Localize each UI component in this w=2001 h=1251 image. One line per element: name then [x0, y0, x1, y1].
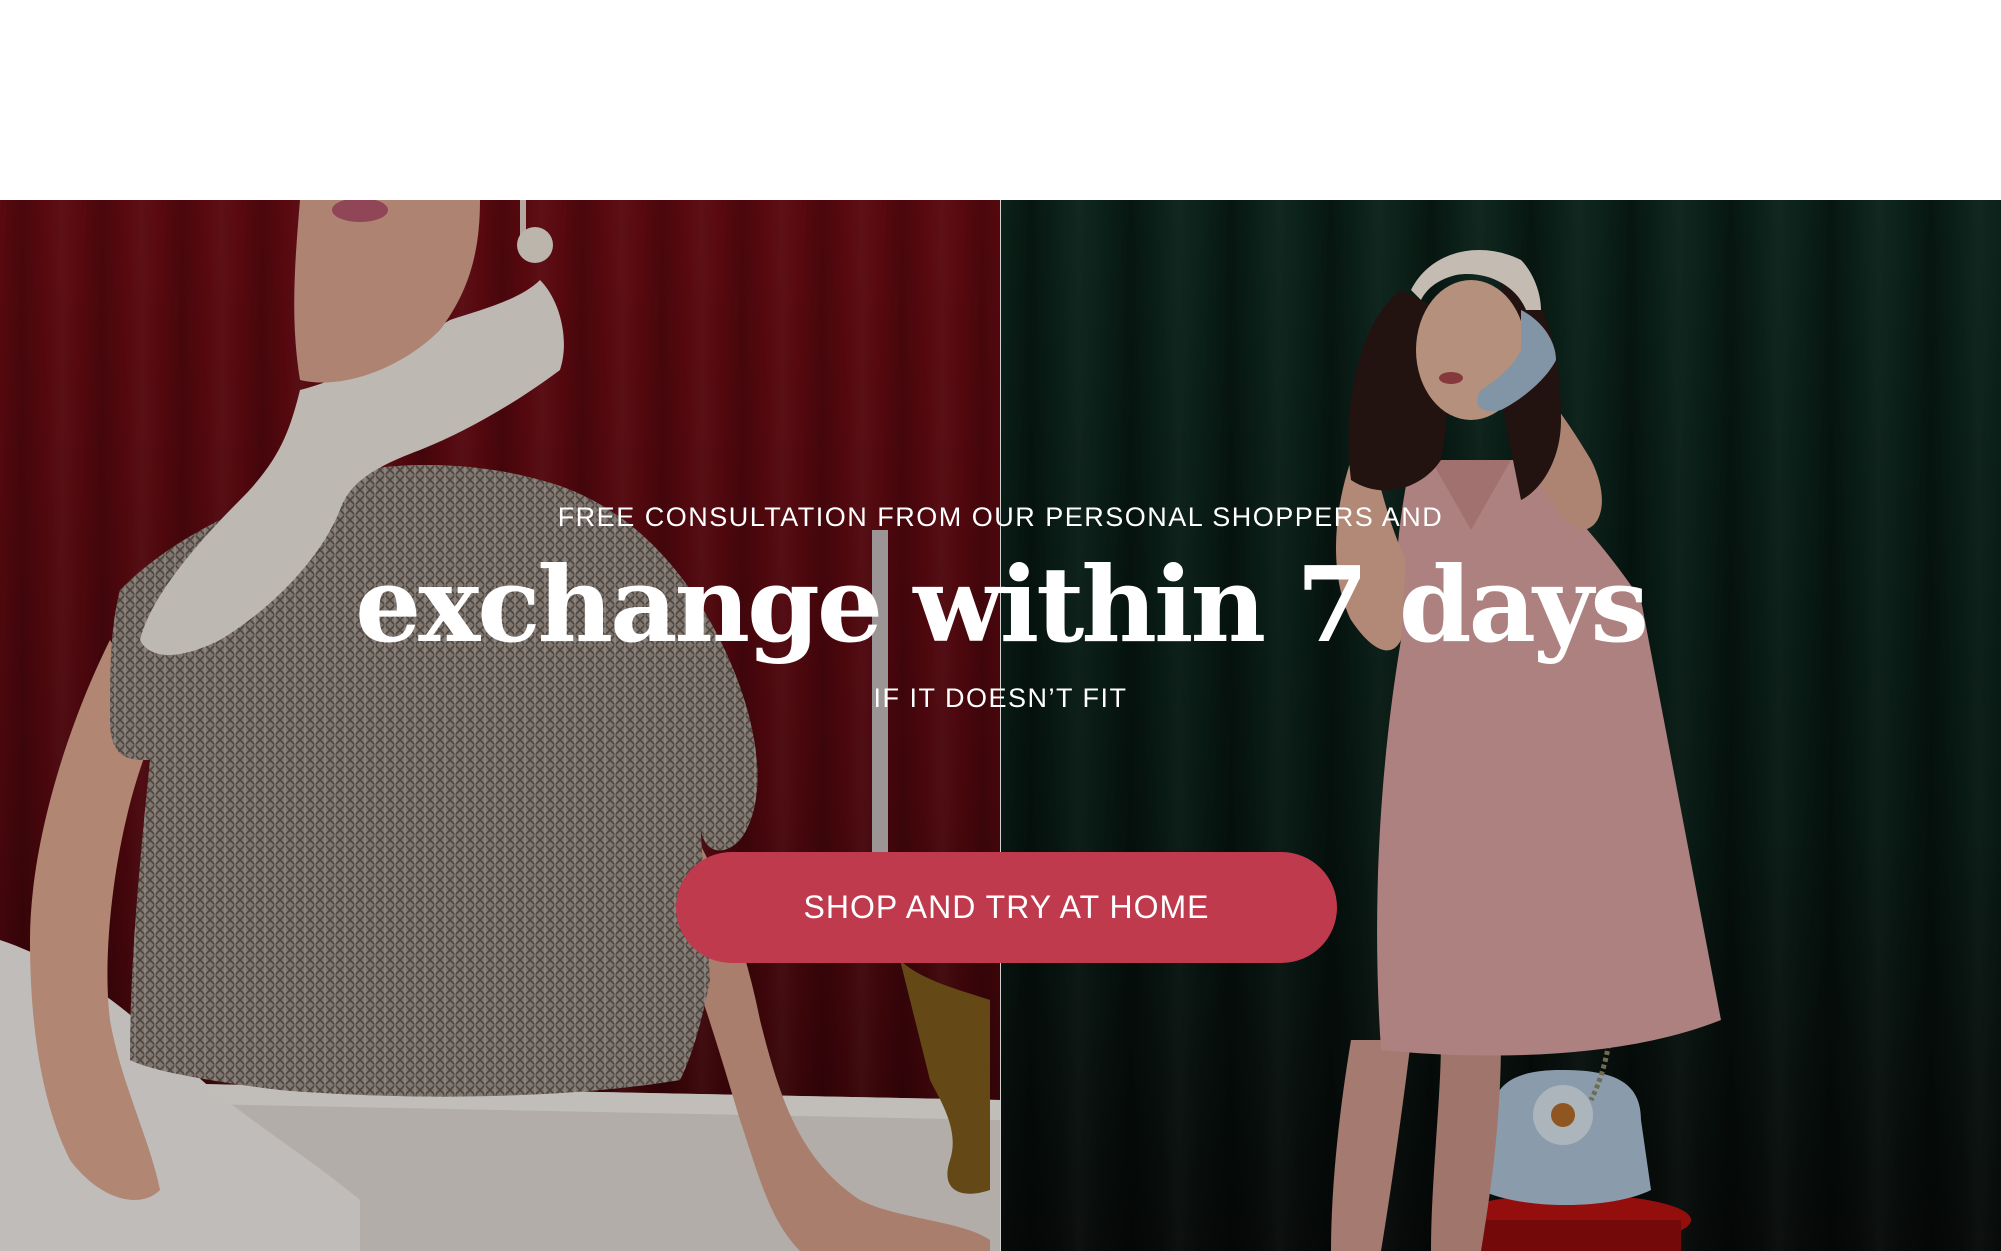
hero-subline: IF IT DOESN’T FIT: [873, 683, 1128, 713]
hero-banner: FREE CONSULTATION FROM OUR PERSONAL SHOP…: [0, 200, 2001, 1251]
page: FREE CONSULTATION FROM OUR PERSONAL SHOP…: [0, 0, 2001, 1251]
shop-and-try-at-home-button[interactable]: SHOP AND TRY AT HOME: [676, 852, 1337, 963]
hero-eyebrow: FREE CONSULTATION FROM OUR PERSONAL SHOP…: [557, 502, 1444, 532]
hero-headline: exchange within 7 days: [355, 543, 1649, 666]
hero-content: FREE CONSULTATION FROM OUR PERSONAL SHOP…: [0, 200, 2001, 1251]
header-area: [0, 0, 2001, 200]
